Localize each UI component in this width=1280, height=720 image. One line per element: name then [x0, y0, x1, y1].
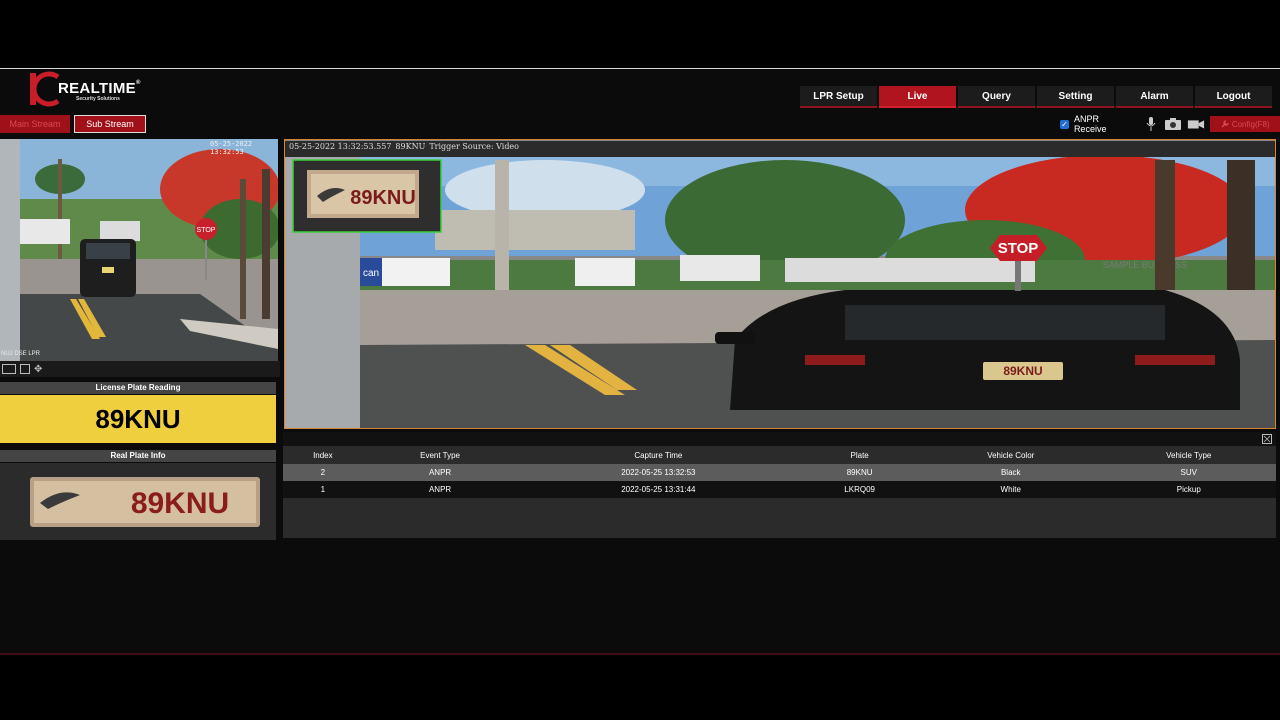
- real-plate-image: 89KNU: [0, 463, 276, 540]
- svg-text:STOP: STOP: [197, 227, 216, 234]
- col-capture-time[interactable]: Capture Time: [517, 446, 800, 464]
- real-plate-text: 89KNU: [131, 487, 229, 520]
- sub-stream-video[interactable]: STOP 05-25-2022 13:32:53 NUJ DSE LPR: [0, 139, 278, 361]
- expand-icon[interactable]: [1262, 434, 1272, 444]
- table-row[interactable]: 2 ANPR 2022-05-25 13:32:53 89KNU Black S…: [283, 464, 1276, 481]
- cell-plate: LKRQ09: [799, 481, 920, 498]
- brand-tagline: Security Solutions: [76, 96, 120, 102]
- snapshot-icon[interactable]: [1164, 117, 1182, 131]
- cell-event-type: ANPR: [362, 481, 518, 498]
- cell-plate: 89KNU: [799, 464, 920, 481]
- cell-event-type: ANPR: [362, 464, 518, 481]
- wrench-icon: [1221, 120, 1229, 128]
- nav-query[interactable]: Query: [958, 86, 1035, 108]
- cell-vehicle-color: White: [920, 481, 1102, 498]
- cell-capture-time: 2022-05-25 13:32:53: [517, 464, 800, 481]
- nav-alarm[interactable]: Alarm: [1116, 86, 1193, 108]
- table-header-row: Index Event Type Capture Time Plate Vehi…: [283, 446, 1276, 464]
- table-top-bar: [283, 432, 1276, 446]
- truck-text: can: [363, 268, 379, 279]
- overlay-plate: 89KNU: [395, 142, 426, 151]
- col-event-type[interactable]: Event Type: [362, 446, 518, 464]
- config-label: Config(F8): [1231, 119, 1270, 129]
- left-cam-timestamp: 05-25-2022 13:32:53: [210, 140, 253, 156]
- real-plate-info-heading: Real Plate Info: [0, 450, 276, 462]
- overlay-trigger: Trigger Source: Video: [429, 142, 519, 151]
- main-camera-scene: can SAMPLE BUSINESS 89KNU STOP 89KNU: [285, 155, 1275, 428]
- main-stream-button[interactable]: Main Stream: [0, 115, 70, 133]
- main-video-feed[interactable]: can SAMPLE BUSINESS 89KNU STOP 89KNU 05-…: [284, 139, 1276, 429]
- col-vehicle-color[interactable]: Vehicle Color: [920, 446, 1102, 464]
- sub-stream-button[interactable]: Sub Stream: [74, 115, 146, 133]
- inset-plate-text: 89KNU: [350, 187, 416, 209]
- microphone-icon[interactable]: [1142, 117, 1160, 131]
- nav-logout[interactable]: Logout: [1195, 86, 1272, 108]
- live-toolbar: ✓ ANPR Receive Config(F8): [1060, 114, 1280, 134]
- left-cam-toolbar: ✥: [0, 361, 280, 377]
- stop-sign-text: STOP: [998, 240, 1039, 257]
- record-icon[interactable]: [1187, 117, 1205, 131]
- table-row[interactable]: 1 ANPR 2022-05-25 13:31:44 LKRQ09 White …: [283, 481, 1276, 498]
- nav-setting[interactable]: Setting: [1037, 86, 1114, 108]
- nav-lpr-setup[interactable]: LPR Setup: [800, 86, 877, 108]
- anpr-receive-checkbox[interactable]: ✓: [1060, 119, 1069, 129]
- nav-live[interactable]: Live: [879, 86, 956, 108]
- cell-vehicle-color: Black: [920, 464, 1102, 481]
- col-plate[interactable]: Plate: [799, 446, 920, 464]
- screen-icon[interactable]: [2, 364, 16, 374]
- license-plate-reading-heading: License Plate Reading: [0, 382, 276, 394]
- col-index[interactable]: Index: [283, 446, 363, 464]
- left-camera-scene: STOP: [0, 139, 278, 361]
- left-cam-corner-text: NUJ DSE LPR: [1, 351, 41, 357]
- cell-vehicle-type: Pickup: [1101, 481, 1276, 498]
- anpr-receive-label: ANPR Receive: [1073, 114, 1107, 134]
- ptz-icon[interactable]: ✥: [34, 364, 42, 375]
- cell-vehicle-type: SUV: [1101, 464, 1276, 481]
- license-plate-value: 89KNU: [0, 395, 276, 443]
- overlay-time: 05-25-2022 13:32:53.557: [289, 142, 392, 151]
- col-vehicle-type[interactable]: Vehicle Type: [1101, 446, 1276, 464]
- event-table-panel: Index Event Type Capture Time Plate Vehi…: [283, 432, 1276, 538]
- cell-capture-time: 2022-05-25 13:31:44: [517, 481, 800, 498]
- video-overlay-text: 05-25-2022 13:32:53.557 89KNU Trigger Sour…: [285, 141, 1275, 157]
- window-icon[interactable]: [20, 364, 30, 374]
- config-button[interactable]: Config(F8): [1210, 116, 1280, 132]
- cell-index: 2: [283, 464, 363, 481]
- brand-logo: REALTIME® Security Solutions: [28, 71, 146, 107]
- main-nav: LPR Setup Live Query Setting Alarm Logou…: [800, 86, 1274, 108]
- ic-logo-mark: [30, 71, 60, 107]
- cell-index: 1: [283, 481, 363, 498]
- lpr-app-window: REALTIME® Security Solutions LPR Setup L…: [0, 68, 1280, 655]
- brand-name: REALTIME®: [58, 80, 141, 97]
- event-table: Index Event Type Capture Time Plate Vehi…: [283, 446, 1276, 498]
- car-plate-text: 89KNU: [1003, 364, 1042, 378]
